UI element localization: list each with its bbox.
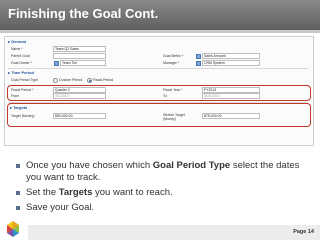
user-icon	[196, 61, 201, 66]
fiscal-period-radio-label: Fiscal Period	[93, 78, 114, 82]
targets-section-header[interactable]: ▸ Targets	[10, 105, 27, 110]
from-date-input[interactable]: 4/1/2013	[53, 93, 106, 99]
logo-icon	[7, 221, 19, 237]
section-divider	[8, 68, 308, 69]
slide: Finishing the Goal Cont. ▸ General Name …	[0, 0, 320, 240]
page-number: Page 14	[293, 229, 314, 235]
goal-period-type-label: Goal Period Type	[11, 78, 38, 82]
goal-metric-label: Goal Metric *	[163, 54, 184, 58]
bullet-emphasis: Goal Period Type	[152, 160, 231, 171]
bullet-text: you want to reach.	[92, 187, 173, 198]
parent-goal-label: Parent Goal	[11, 54, 30, 58]
fiscal-period-radio[interactable]	[87, 78, 92, 83]
parent-goal-input[interactable]	[53, 53, 106, 59]
name-input[interactable]: Team Q2 Sales	[53, 46, 106, 52]
bullet-item: Set the Targets you want to reach.	[16, 187, 306, 199]
custom-period-label: Custom Period	[59, 78, 83, 82]
target-money-input[interactable]: $50,000.00	[53, 113, 106, 119]
metric-icon	[196, 54, 201, 59]
name-label: Name *	[11, 47, 23, 51]
bullet-item: Save your Goal.	[16, 202, 306, 214]
instruction-list: Once you have chosen which Goal Period T…	[16, 160, 306, 217]
goal-metric-input[interactable]: Sales Amount	[202, 53, 260, 59]
bullet-text: Once you have chosen which	[26, 160, 153, 171]
custom-period-radio[interactable]	[53, 78, 58, 83]
time-period-section-header[interactable]: ▸ Time Period	[8, 70, 34, 75]
target-money-label: Target (Money)	[11, 114, 35, 118]
fiscal-year-label: Fiscal Year *	[163, 88, 183, 92]
to-date-input[interactable]: 6/30/2013	[202, 93, 260, 99]
manager-label: Manager *	[163, 61, 180, 65]
to-label: To	[163, 94, 167, 98]
bullet-text: Save your Goal.	[26, 202, 95, 213]
goal-owner-label: Goal Owner *	[11, 61, 33, 65]
bullet-emphasis: Targets	[58, 187, 93, 198]
fiscal-period-label: Fiscal Period *	[11, 88, 34, 92]
stretch-target-input[interactable]: $75,000.00	[202, 113, 260, 119]
goal-form-screenshot: ▸ General Name * Team Q2 Sales Parent Go…	[4, 36, 314, 146]
slide-title: Finishing the Goal Cont.	[8, 6, 159, 21]
goal-owner-input[interactable]: Team Tim	[60, 60, 106, 66]
user-icon	[54, 61, 59, 66]
footer-bar: Page 14	[28, 225, 320, 240]
bullet-item: Once you have chosen which Goal Period T…	[16, 160, 306, 184]
stretch-target-label: Stretch Target (Money)	[163, 113, 185, 121]
manager-input[interactable]: CRM System	[202, 60, 260, 66]
title-bar: Finishing the Goal Cont.	[0, 0, 320, 30]
title-accent-line	[0, 30, 320, 33]
bullet-text: Set the	[26, 187, 59, 198]
general-section-header[interactable]: ▸ General	[8, 39, 26, 44]
from-label: From	[11, 94, 20, 98]
